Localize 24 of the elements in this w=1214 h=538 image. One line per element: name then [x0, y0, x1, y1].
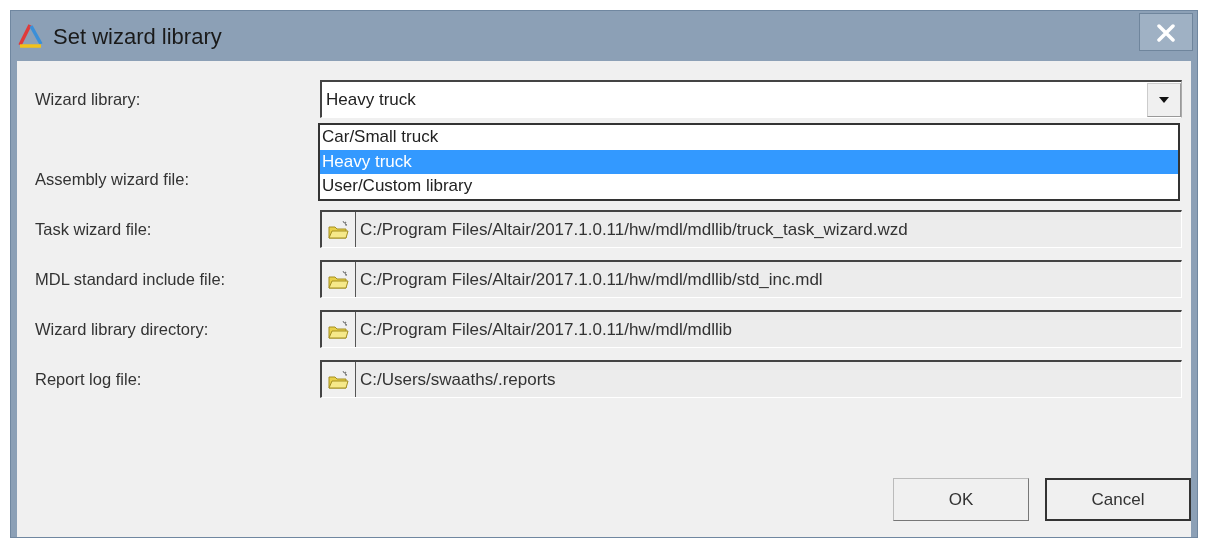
folder-icon	[327, 319, 350, 340]
field-label: Assembly wizard file:	[35, 168, 191, 190]
browse-button[interactable]	[322, 362, 356, 397]
field-label: Task wizard file:	[35, 218, 153, 240]
browse-button[interactable]	[322, 212, 356, 247]
field-label: Wizard library directory:	[35, 318, 210, 340]
window-title: Set wizard library	[53, 22, 222, 51]
app-logo-icon	[17, 23, 43, 49]
field-label: MDL standard include file:	[35, 268, 227, 290]
dialog-button[interactable]: Cancel	[1045, 478, 1191, 521]
dropdown-arrow-icon	[1159, 96, 1169, 103]
folder-icon	[327, 269, 350, 290]
folder-icon	[327, 369, 350, 390]
folder-icon	[327, 219, 350, 240]
field-label: Wizard library:	[35, 88, 142, 110]
close-icon	[1157, 24, 1175, 43]
browse-button[interactable]	[322, 312, 356, 347]
dialog-button[interactable]: OK	[893, 478, 1029, 521]
dropdown-option[interactable]: User/Custom library	[320, 174, 1178, 199]
field-label: Report log file:	[35, 368, 143, 390]
browse-button[interactable]	[322, 262, 356, 297]
dropdown-option[interactable]: Car/Small truck	[320, 125, 1178, 150]
close-button[interactable]	[1139, 13, 1193, 51]
dropdown-field[interactable]: Heavy truck	[320, 80, 1182, 118]
